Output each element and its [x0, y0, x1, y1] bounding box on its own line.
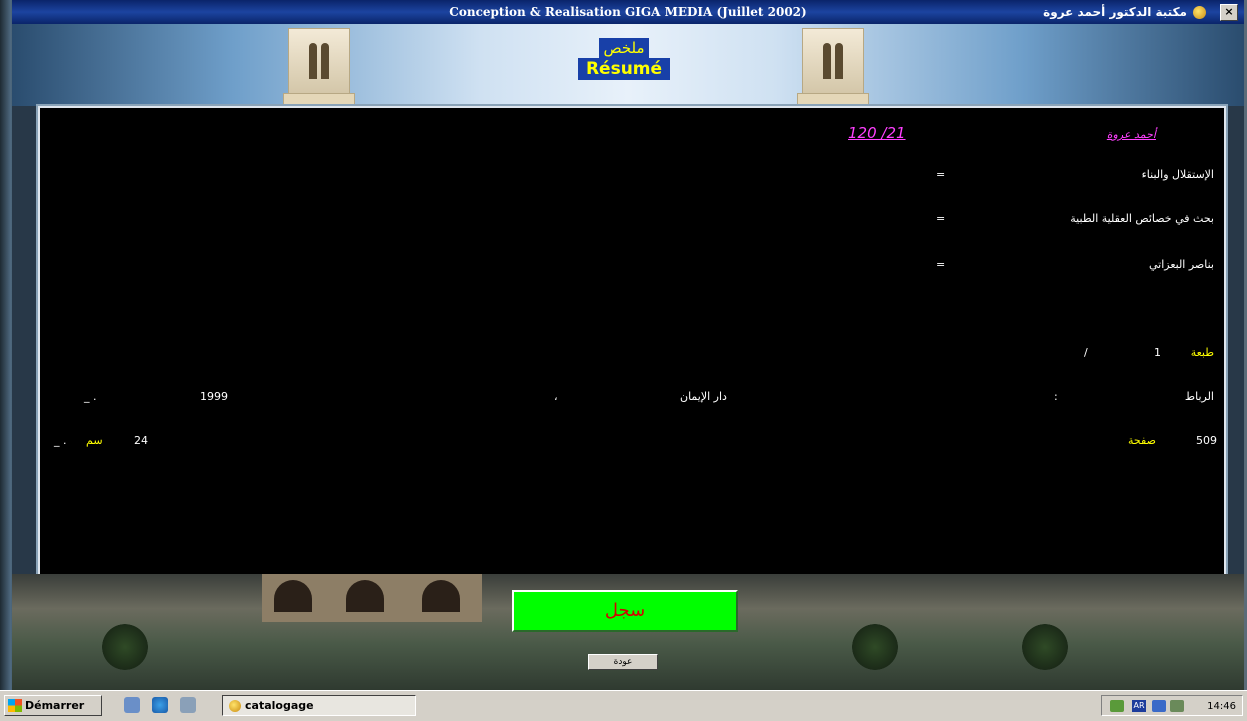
subject-label: بناصر البعزاتي — [1148, 258, 1214, 271]
publisher-separator: ، — [554, 390, 558, 403]
palm-image — [102, 624, 148, 670]
speaker-icon[interactable] — [1110, 700, 1124, 712]
language-indicator[interactable]: AR — [1132, 700, 1146, 712]
city-separator: : — [1054, 390, 1058, 403]
publication-year: 1999 — [200, 390, 228, 403]
browser-icon[interactable] — [152, 697, 168, 713]
main-window: Conception & Realisation GIGA MEDIA (Jui… — [12, 0, 1244, 690]
page-title-french: Résumé — [578, 58, 670, 80]
taskbar-item-label: catalogage — [245, 699, 314, 712]
header-banner: ملخص Résumé — [12, 24, 1244, 106]
windows-logo-icon — [8, 699, 22, 712]
arch-image — [346, 580, 384, 612]
publication-city: الرباط — [1184, 390, 1214, 403]
publisher-name: دار الإيمان — [680, 390, 727, 403]
title-bar[interactable]: Conception & Realisation GIGA MEDIA (Jui… — [12, 0, 1244, 24]
record-number: 120 /21 — [848, 124, 906, 142]
footer-photo: سجل عودة — [12, 574, 1244, 690]
app-icon — [229, 699, 241, 712]
app-icon — [1193, 5, 1206, 19]
system-tray: AR 14:46 — [1101, 695, 1243, 716]
start-label: Démarrer — [25, 699, 85, 712]
taskbar: Démarrer catalogage AR 14:46 — [0, 690, 1247, 721]
size-separator: _ . — [54, 434, 67, 447]
clock: 14:46 — [1207, 701, 1236, 712]
arch-image — [274, 580, 312, 612]
network-icon[interactable] — [1152, 700, 1166, 712]
edition-label: طبعة — [1190, 346, 1214, 359]
page-count: 509 — [1196, 434, 1217, 447]
author-name: أحمد عروة — [1106, 128, 1156, 141]
minaret-image-right — [797, 28, 869, 106]
edition-value: 1 — [1154, 346, 1161, 359]
save-button[interactable]: سجل — [512, 590, 738, 632]
edition-separator: / — [1084, 346, 1088, 359]
tray-app-icon[interactable] — [1170, 700, 1184, 712]
explorer-icon[interactable] — [180, 697, 196, 713]
size-value: 24 — [134, 434, 148, 447]
subject-mark: = — [936, 168, 946, 181]
pages-label: صفحة — [1128, 434, 1156, 447]
size-label: سم — [86, 434, 103, 447]
minaret-image-left — [283, 28, 355, 106]
subject-label: الإستقلال والبناء — [1141, 168, 1214, 181]
subject-label: بحث في خصائص العقلية الطبية — [1070, 212, 1214, 225]
palm-image — [1022, 624, 1068, 670]
year-separator: _ . — [84, 390, 97, 403]
taskbar-item-catalogage[interactable]: catalogage — [222, 695, 416, 716]
page-title: ملخص Résumé — [578, 38, 670, 80]
palm-image — [852, 624, 898, 670]
page-title-arabic: ملخص — [599, 38, 649, 58]
app-title: مكتبة الدكتور أحمد عروة — [1043, 5, 1206, 19]
arch-image — [422, 580, 460, 612]
summary-panel: 120 /21 أحمد عروة الإستقلال والبناء = بح… — [36, 104, 1228, 578]
desktop-icon[interactable] — [124, 697, 140, 713]
close-button[interactable]: × — [1220, 4, 1238, 21]
subject-mark: = — [936, 258, 946, 271]
app-name: مكتبة الدكتور أحمد عروة — [1043, 5, 1187, 19]
back-button[interactable]: عودة — [588, 654, 658, 670]
start-button[interactable]: Démarrer — [4, 695, 102, 716]
subject-mark: = — [936, 212, 946, 225]
